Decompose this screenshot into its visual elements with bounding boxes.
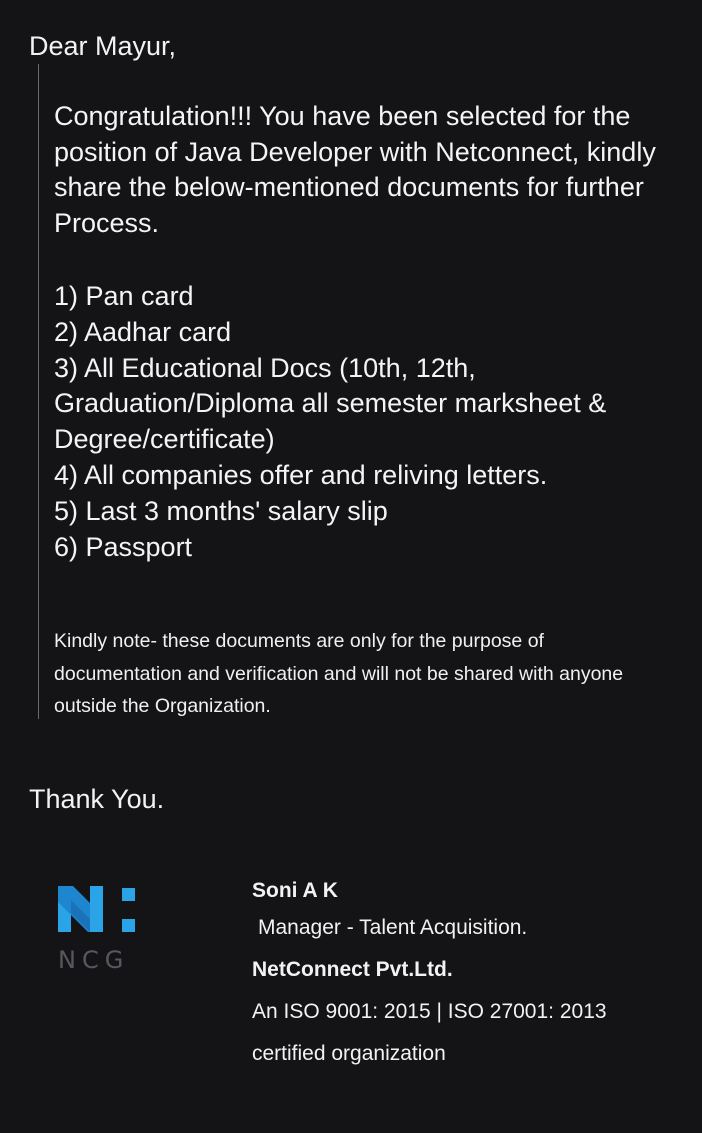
signature-name: Soni A K bbox=[252, 879, 338, 902]
logo-text: NCG bbox=[58, 946, 130, 974]
signature-certified: certified organization bbox=[252, 1042, 446, 1065]
list-item: 2) Aadhar card bbox=[54, 316, 232, 347]
list-item: 5) Last 3 months' salary slip bbox=[54, 495, 388, 526]
quoted-block: Congratulation!!! You have been selected… bbox=[38, 64, 677, 719]
email-message: Dear Mayur, Congratulation!!! You have b… bbox=[0, 0, 702, 1133]
greeting-text: Dear Mayur, bbox=[29, 31, 177, 61]
signature-company: NetConnect Pvt.Ltd. bbox=[252, 958, 453, 981]
list-item: 1) Pan card bbox=[54, 281, 194, 311]
list-item: 6) Passport bbox=[54, 531, 193, 562]
message-paragraph: Congratulation!!! You have been selected… bbox=[54, 101, 656, 238]
signature-title: Manager - Talent Acquisition. bbox=[258, 916, 528, 939]
ncg-logo-icon bbox=[58, 886, 135, 932]
signature-iso: An ISO 9001: 2015 | ISO 27001: 2013 bbox=[252, 1000, 607, 1023]
company-logo: NCG bbox=[58, 886, 138, 976]
list-item: 3) All Educational Docs (10th, 12th, Gra… bbox=[54, 352, 607, 455]
note-text: Kindly note- these documents are only fo… bbox=[54, 630, 624, 717]
closing-text: Thank You. bbox=[29, 784, 165, 814]
documents-list: 1) Pan card 2) Aadhar card 3) All Educat… bbox=[54, 279, 674, 565]
list-item: 4) All companies offer and reliving lett… bbox=[54, 459, 548, 490]
